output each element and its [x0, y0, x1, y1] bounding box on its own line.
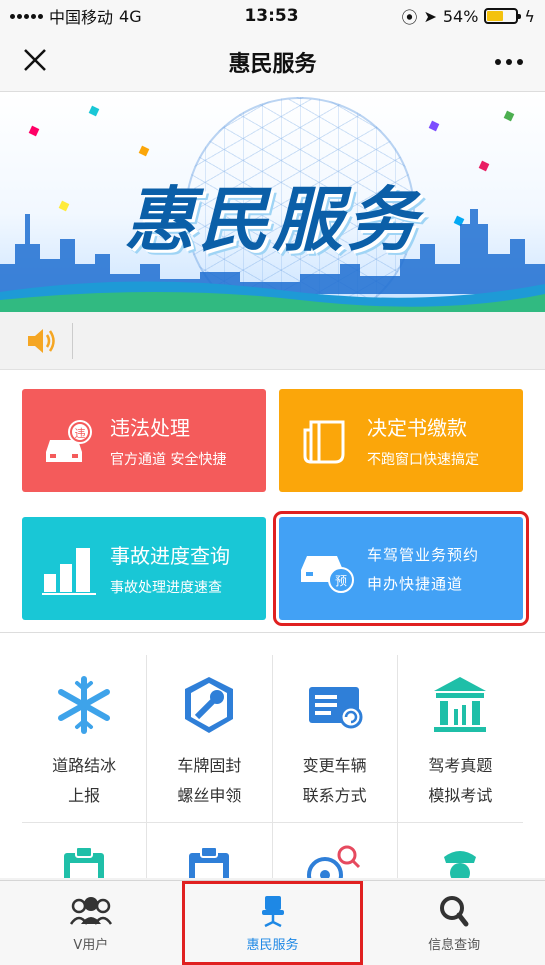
card-violation-handling[interactable]: 违 违法处理 官方通道 安全快捷 — [22, 389, 266, 492]
police-officer-icon — [444, 851, 477, 878]
id-card-icon — [308, 687, 363, 729]
carrier-name: 中国移动 — [49, 8, 114, 27]
charging-icon: ϟ — [524, 6, 535, 26]
confetti — [138, 145, 150, 157]
notice-bar[interactable] — [0, 312, 545, 370]
card-text: 车驾管业务预约 申办快捷通道 — [367, 544, 479, 594]
search-icon — [440, 895, 469, 926]
exam-building-icon — [434, 677, 487, 732]
speaker-icon — [28, 328, 55, 353]
close-icon[interactable] — [22, 46, 62, 78]
tab-label: V用户 — [73, 937, 109, 953]
location-icon: ➤ — [423, 6, 437, 26]
grid-item-6[interactable] — [147, 823, 273, 878]
grid-label: 驾考真题 模拟考试 — [428, 756, 493, 805]
clipboard-icon — [189, 846, 230, 878]
card-title: 事故进度查询 — [110, 544, 230, 568]
card-subtitle: 官方通道 安全快捷 — [110, 452, 227, 468]
grid-item-plate-screw[interactable]: 车牌固封 螺丝申领 — [147, 655, 273, 823]
tab-label: 惠民服务 — [246, 937, 299, 953]
tab-v-user[interactable]: V用户 — [0, 881, 182, 965]
battery-level-fill — [487, 11, 503, 21]
bottom-tab-bar: V用户 惠民服务 信息查询 — [0, 880, 545, 965]
grid-item-7[interactable] — [273, 823, 398, 878]
grid-label: 车牌固封 螺丝申领 — [177, 756, 242, 805]
banner-wave — [0, 281, 545, 312]
card-text: 事故进度查询 事故处理进度速查 — [110, 540, 230, 597]
notice-divider — [72, 322, 73, 359]
users-icon — [69, 896, 112, 925]
card-title: 决定书缴款 — [367, 416, 467, 440]
confetti — [503, 110, 515, 122]
card-subtitle: 不跑窗口快速搞定 — [367, 452, 479, 468]
banner-title: 惠民服务 — [124, 179, 421, 261]
tab-label: 信息查询 — [428, 937, 481, 953]
card-accident-progress[interactable]: 事故进度查询 事故处理进度速查 — [22, 517, 266, 620]
signal-strength-icon — [10, 13, 43, 19]
card-subtitle: 事故处理进度速查 — [110, 580, 222, 596]
card-text: 违法处理 官方通道 安全快捷 — [110, 412, 226, 469]
status-time: 13:53 — [244, 6, 299, 26]
tab-public-service[interactable]: 惠民服务 — [181, 881, 364, 965]
snowflake-icon — [58, 676, 111, 734]
grid-item-change-contact[interactable]: 变更车辆 联系方式 — [272, 655, 398, 823]
tab-info-query[interactable]: 信息查询 — [363, 881, 545, 965]
card-title: 违法处理 — [110, 416, 190, 440]
status-right: ⦿ ➤ 54% ϟ — [401, 4, 535, 28]
network-type: 4G — [119, 6, 142, 26]
card-decision-payment[interactable]: 决定书缴款 不跑窗口快速搞定 — [279, 389, 523, 492]
office-chair-icon — [261, 895, 284, 927]
orientation-lock-icon: ⦿ — [401, 8, 418, 27]
violation-car-icon: 违 — [46, 419, 92, 462]
confetti — [428, 120, 440, 132]
grid-item-road-icing[interactable]: 道路结冰 上报 — [22, 655, 148, 823]
confetti — [88, 105, 100, 117]
battery-percent: 54% — [442, 6, 479, 26]
clipboard-icon — [64, 846, 105, 878]
status-left: 中国移动 4G — [10, 4, 142, 28]
grid-label: 变更车辆 联系方式 — [302, 756, 367, 805]
card-title: 车驾管业务预约 — [367, 545, 480, 564]
grid-item-driving-exam[interactable]: 驾考真题 模拟考试 — [397, 655, 523, 823]
svg-text:违: 违 — [75, 427, 86, 440]
bolt-shield-icon — [185, 677, 234, 733]
status-bar: 中国移动 4G 13:53 ⦿ ➤ 54% ϟ — [0, 0, 545, 32]
grid-item-8[interactable] — [398, 823, 523, 878]
card-vehicle-license-appointment[interactable]: 预 车驾管业务预约 申办快捷通道 — [273, 511, 529, 626]
service-cards: 违 违法处理 官方通道 安全快捷 决定书缴款 不跑窗口快速搞定 事故进度查询 事… — [0, 370, 545, 633]
svg-text:预: 预 — [335, 574, 347, 588]
search-location-icon — [306, 845, 360, 878]
grid-item-5[interactable] — [22, 823, 148, 878]
card-subtitle: 申办快捷通道 — [367, 574, 464, 593]
page-title: 惠民服务 — [228, 51, 317, 77]
nav-bar: 惠民服务 — [0, 32, 545, 92]
banner[interactable]: 惠民服务 — [0, 92, 545, 312]
progress-bars-icon — [42, 547, 96, 595]
document-icon — [303, 420, 345, 464]
card-text: 决定书缴款 不跑窗口快速搞定 — [367, 412, 479, 469]
service-grid: 道路结冰 上报 车牌固封 螺丝申领 变更车辆 联系方式 驾考真题 模拟考试 — [0, 633, 545, 878]
appointment-car-icon: 预 — [301, 555, 354, 593]
battery-icon — [484, 8, 522, 24]
more-icon[interactable] — [483, 58, 523, 65]
confetti — [28, 125, 40, 137]
grid-label: 道路结冰 上报 — [52, 756, 117, 805]
